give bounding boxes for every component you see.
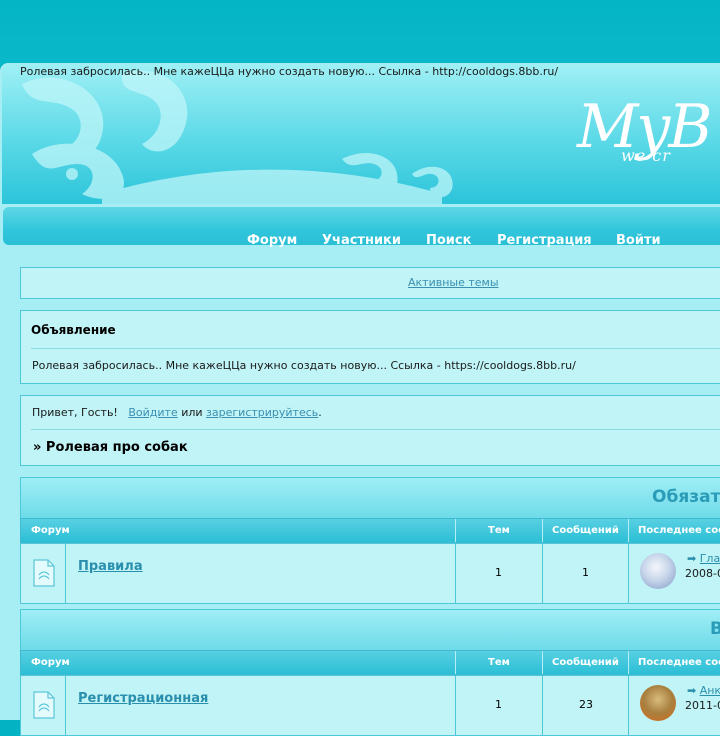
nav-search[interactable]: Поиск: [426, 233, 471, 248]
category-header: В: [20, 609, 720, 651]
column-divider: [455, 651, 456, 674]
nav-forum[interactable]: Форум: [247, 233, 297, 248]
column-forum: Форум: [31, 525, 70, 536]
column-posts: Сообщений: [552, 525, 619, 536]
breadcrumb: » Ролевая про собак: [33, 440, 188, 455]
column-last-post: Последнее соо: [638, 525, 720, 536]
nav-register[interactable]: Регистрация: [497, 233, 592, 248]
forum-link-rules[interactable]: Правила: [78, 559, 143, 574]
active-topics-link[interactable]: Активные темы: [408, 276, 499, 289]
login-link[interactable]: Войдите: [128, 406, 177, 419]
forum-document-icon: [33, 559, 55, 587]
nav-members[interactable]: Участники: [322, 233, 401, 248]
nav-login[interactable]: Войти: [616, 233, 661, 248]
posts-count: 23: [579, 698, 593, 711]
forum-link-registration[interactable]: Регистрационная: [78, 691, 208, 706]
active-topics-bar: Активные темы: [20, 267, 720, 299]
header-announcement: Ролевая забросилась.. Мне кажеЦЦа нужно …: [20, 65, 559, 78]
cell-divider: [455, 544, 456, 603]
greeting-box: Привет, Гость! Войдите или зарегистрируй…: [20, 395, 720, 466]
announcement-box: Объявление Ролевая забросилась.. Мне каж…: [20, 310, 720, 384]
cell-divider: [542, 544, 543, 603]
column-header-row: Форум Тем Сообщений Последнее соо: [20, 650, 720, 675]
greeting-text: Привет, Гость!: [32, 406, 118, 419]
category-title: В: [710, 619, 720, 639]
forum-document-icon: [33, 691, 55, 719]
topics-count: 1: [495, 566, 502, 579]
posts-count: 1: [582, 566, 589, 579]
announcement-title: Объявление: [31, 323, 116, 337]
topics-count: 1: [495, 698, 502, 711]
column-header-row: Форум Тем Сообщений Последнее соо: [20, 518, 720, 543]
forum-row: Регистрационная 1 23 ➡ Анк 2011-0: [20, 675, 720, 736]
cell-divider: [455, 676, 456, 735]
cell-divider: [65, 676, 66, 735]
column-divider: [628, 519, 629, 542]
divider: [31, 348, 720, 349]
cell-divider: [628, 676, 629, 735]
guest-greeting: Привет, Гость! Войдите или зарегистрируй…: [32, 406, 322, 419]
column-topics: Тем: [488, 525, 510, 536]
column-last-post: Последнее соо: [638, 657, 720, 668]
column-forum: Форум: [31, 657, 70, 668]
cell-divider: [65, 544, 66, 603]
greeting-suffix: .: [318, 406, 322, 419]
greeting-or: или: [181, 406, 203, 419]
last-post-date: 2011-0: [685, 699, 720, 712]
forum-row: Правила 1 1 ➡ Гла 2008-0: [20, 543, 720, 604]
cell-divider: [542, 676, 543, 735]
last-post-date: 2008-0: [685, 567, 720, 580]
column-topics: Тем: [488, 657, 510, 668]
cell-divider: [628, 544, 629, 603]
category-header: Обязате: [20, 477, 720, 519]
column-divider: [628, 651, 629, 674]
avatar[interactable]: [640, 553, 676, 589]
column-divider: [542, 651, 543, 674]
register-link[interactable]: зарегистрируйтесь: [206, 406, 318, 419]
column-divider: [542, 519, 543, 542]
last-post-link[interactable]: ➡ Анк: [687, 684, 720, 697]
divider: [31, 429, 720, 430]
category-title: Обязате: [652, 487, 720, 507]
last-post-link[interactable]: ➡ Гла: [687, 552, 720, 565]
column-divider: [455, 519, 456, 542]
forum-logo-tagline: we cr: [621, 146, 671, 165]
column-posts: Сообщений: [552, 657, 619, 668]
top-band: [0, 0, 720, 64]
announcement-text: Ролевая забросилась.. Мне кажеЦЦа нужно …: [32, 359, 576, 372]
avatar[interactable]: [640, 685, 676, 721]
